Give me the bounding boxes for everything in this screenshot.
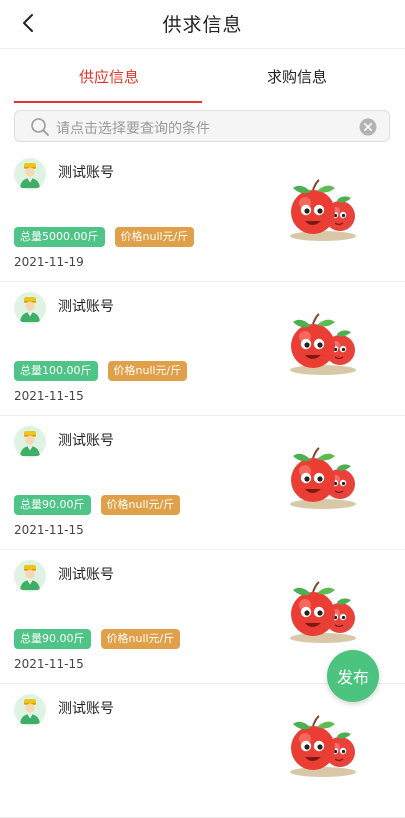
total-badge: 总量90.00斤: [14, 629, 91, 649]
post-date: 2021-11-15: [14, 657, 84, 671]
total-badge: 总量100.00斤: [14, 361, 98, 381]
user-avatar-icon: [14, 292, 46, 324]
tab-underline: [14, 101, 202, 103]
account-name: 测试账号: [58, 433, 114, 449]
total-badge: 总量90.00斤: [14, 495, 91, 515]
price-badge: 价格null元/斤: [114, 227, 195, 247]
search-bar[interactable]: 请点击选择要查询的条件: [14, 110, 390, 142]
user-avatar-icon: [14, 158, 46, 190]
price-badge: 价格null元/斤: [107, 361, 188, 381]
apple-product-image: [290, 715, 356, 777]
list-item[interactable]: 测试账号 总量5000.00斤 价格null元/斤 2021-11-19: [0, 148, 405, 282]
user-avatar-icon: [14, 426, 46, 458]
search-placeholder: 请点击选择要查询的条件: [56, 121, 210, 137]
badge-row: 总量5000.00斤 价格null元/斤: [14, 227, 195, 247]
page-title: 供求信息: [162, 14, 243, 36]
list-item[interactable]: 测试账号 总量90.00斤 价格null元/斤 2021-11-15: [0, 416, 405, 550]
tab-supply[interactable]: 供应信息: [8, 66, 210, 87]
list-item[interactable]: 测试账号 总量100.00斤 价格null元/斤 2021-11-15: [0, 282, 405, 416]
app-header: 供求信息: [0, 0, 405, 49]
search-icon: [31, 118, 49, 136]
post-date: 2021-11-19: [14, 255, 84, 269]
apple-product-image: [290, 179, 356, 241]
badge-row: 总量90.00斤 价格null元/斤: [14, 629, 181, 649]
price-badge: 价格null元/斤: [100, 495, 181, 515]
supply-list: 测试账号 总量5000.00斤 价格null元/斤 2021-11-19 测试账…: [0, 148, 405, 818]
post-date: 2021-11-15: [14, 523, 84, 537]
apple-product-image: [290, 581, 356, 643]
account-name: 测试账号: [58, 165, 114, 181]
badge-row: 总量100.00斤 价格null元/斤: [14, 361, 188, 381]
user-avatar-icon: [14, 694, 46, 726]
account-name: 测试账号: [58, 701, 114, 717]
post-date: 2021-11-15: [14, 389, 84, 403]
clear-icon[interactable]: [359, 118, 377, 136]
apple-product-image: [290, 447, 356, 509]
apple-product-image: [290, 313, 356, 375]
user-avatar-icon: [14, 560, 46, 592]
total-badge: 总量5000.00斤: [14, 227, 105, 247]
publish-button[interactable]: 发布: [327, 650, 379, 702]
account-name: 测试账号: [58, 299, 114, 315]
badge-row: 总量90.00斤 价格null元/斤: [14, 495, 181, 515]
price-badge: 价格null元/斤: [100, 629, 181, 649]
tab-bar: 供应信息 求购信息: [0, 48, 405, 104]
account-name: 测试账号: [58, 567, 114, 583]
tab-demand[interactable]: 求购信息: [196, 66, 398, 87]
list-item[interactable]: 测试账号: [0, 684, 405, 818]
